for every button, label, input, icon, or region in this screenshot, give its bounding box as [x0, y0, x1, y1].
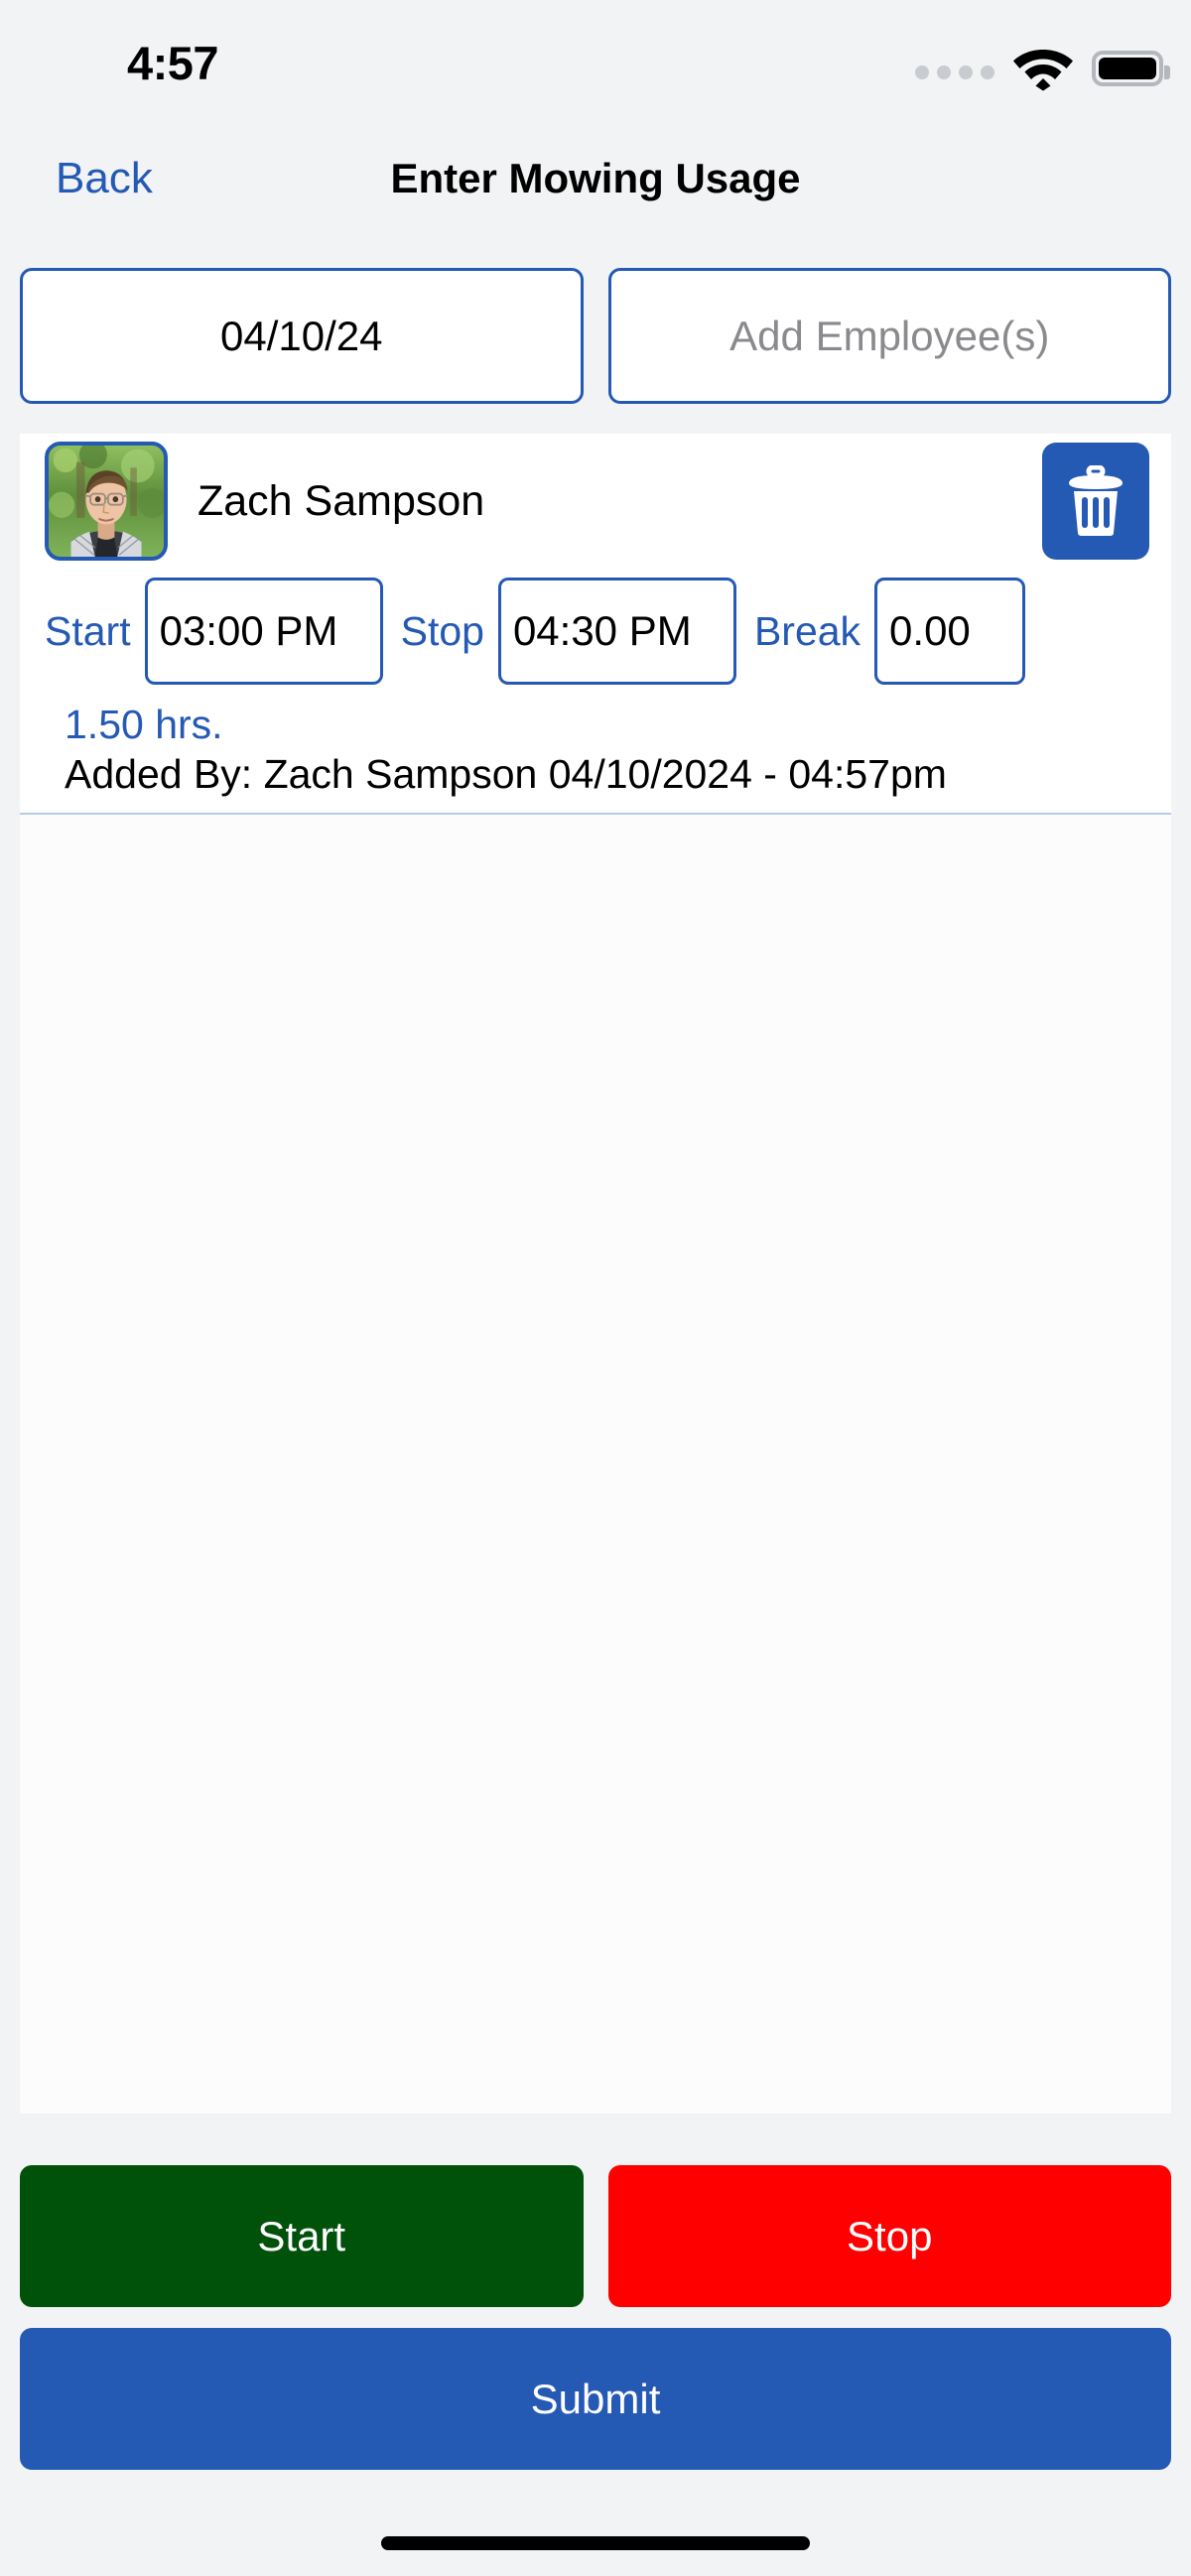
start-timer-button[interactable]: Start: [20, 2165, 584, 2307]
battery-full-icon: [1092, 51, 1170, 86]
date-picker-button[interactable]: 04/10/24: [20, 268, 584, 404]
add-employee-button[interactable]: Add Employee(s): [607, 268, 1171, 404]
employee-name: Zach Sampson: [198, 476, 485, 525]
trash-icon: [1069, 465, 1123, 536]
start-time-label: Start: [45, 607, 131, 654]
break-input[interactable]: 0.00: [874, 578, 1026, 685]
break-label: Break: [753, 607, 861, 654]
app-screen: 4:57 Back Enter Mowing Usage 04/10/24 Ad…: [0, 0, 1191, 2576]
delete-employee-button[interactable]: [1042, 443, 1149, 560]
total-hours-text: 1.50 hrs.: [65, 702, 223, 747]
stop-timer-button[interactable]: Stop: [607, 2165, 1171, 2307]
status-bar-indicators: [915, 46, 1170, 91]
entry-summary: 1.50 hrs. Added By: Zach Sampson 04/10/2…: [20, 694, 1171, 799]
page-title: Enter Mowing Usage: [390, 155, 801, 201]
time-entry-row: Start 03:00 PM Stop 04:30 PM Break 0.00: [20, 569, 1171, 694]
signal-dots-icon: [915, 65, 994, 79]
employee-header: Zach Sampson: [20, 434, 1171, 569]
timer-action-row: Start Stop: [20, 2165, 1171, 2307]
employee-entry-row: Zach Sampson Start 03:00 PM Stop 04:30 P…: [20, 434, 1171, 816]
stop-time-label: Stop: [400, 607, 484, 654]
start-time-input[interactable]: 03:00 PM: [144, 578, 383, 685]
submit-button[interactable]: Submit: [20, 2328, 1171, 2470]
navigation-header: Back Enter Mowing Usage: [0, 119, 1191, 238]
wifi-icon: [1013, 50, 1073, 91]
added-by-text: Added By: Zach Sampson 04/10/2024 - 04:5…: [65, 751, 947, 798]
employee-list: Zach Sampson Start 03:00 PM Stop 04:30 P…: [20, 434, 1171, 2114]
stop-time-input[interactable]: 04:30 PM: [497, 578, 736, 685]
status-bar: 4:57: [0, 0, 1191, 119]
entry-toolbar: 04/10/24 Add Employee(s): [20, 268, 1171, 404]
home-indicator: [381, 2536, 810, 2550]
status-bar-time: 4:57: [127, 37, 219, 89]
employee-avatar-photo: [45, 442, 168, 561]
